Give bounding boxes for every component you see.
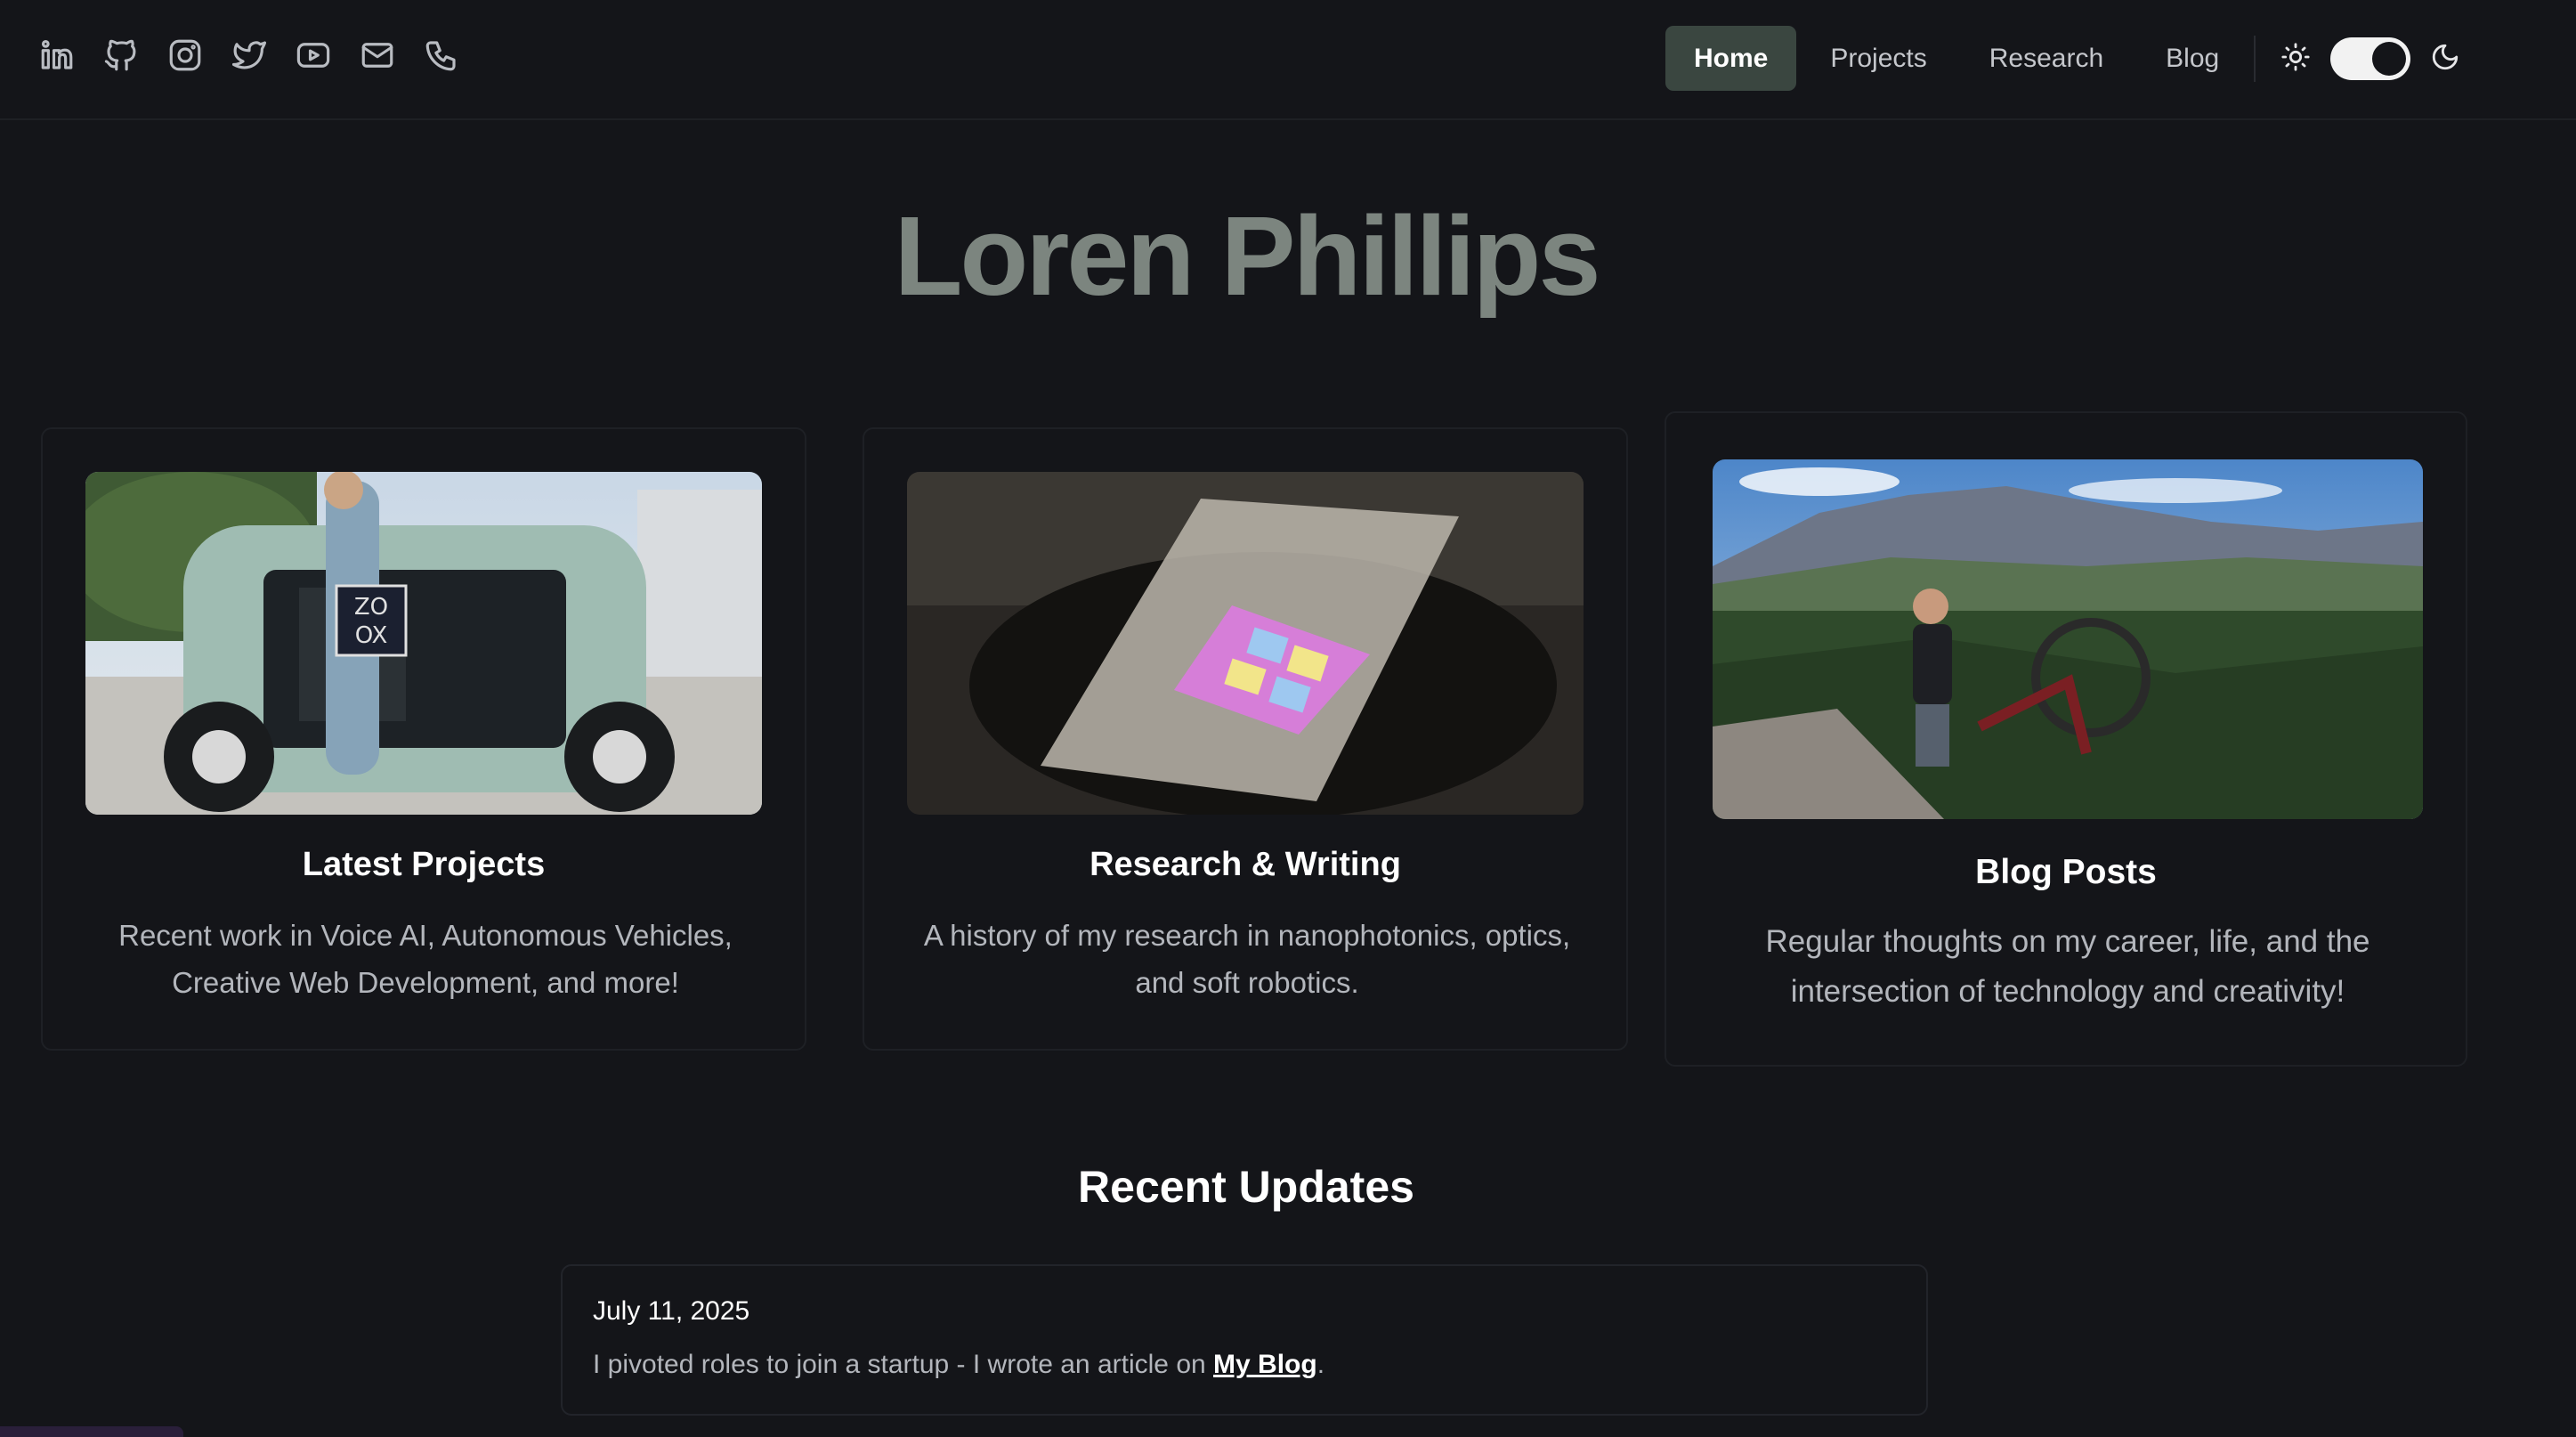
nav-blog[interactable]: Blog [2137, 26, 2248, 91]
update-text-suffix: . [1316, 1350, 1325, 1379]
twitter-icon[interactable] [230, 36, 269, 75]
card-title: Research & Writing [1090, 846, 1401, 883]
corner-bar [0, 1426, 183, 1437]
moon-icon [2430, 42, 2460, 77]
card-description: Recent work in Voice AI, Autonomous Vehi… [118, 919, 733, 999]
phone-icon[interactable] [422, 36, 461, 75]
theme-switcher [2280, 34, 2460, 84]
projects-photo: ZO OX [85, 472, 762, 815]
github-icon[interactable] [101, 36, 141, 75]
my-blog-link[interactable]: My Blog [1213, 1350, 1317, 1379]
nav-divider [2254, 36, 2256, 82]
update-item: July 11, 2025 I pivoted roles to join a … [561, 1264, 1928, 1416]
blog-photo [1713, 459, 2423, 819]
main-nav: Home Projects Research Blog [1665, 26, 2253, 91]
card-description: A history of my research in nanophotonic… [923, 919, 1571, 999]
page-title: Loren Phillips [894, 193, 1600, 319]
card-title: Latest Projects [302, 846, 546, 883]
update-text-body: I pivoted roles to join a startup - I wr… [593, 1350, 1214, 1379]
instagram-icon[interactable] [166, 36, 205, 75]
social-links [37, 36, 461, 75]
recent-updates-heading: Recent Updates [1078, 1162, 1414, 1212]
mail-icon[interactable] [358, 36, 397, 75]
linkedin-icon[interactable] [37, 36, 77, 75]
nav-projects[interactable]: Projects [1802, 26, 1955, 91]
card-blog-posts[interactable]: Blog Posts Regular thoughts on my career… [1665, 411, 2467, 1067]
nav-research[interactable]: Research [1961, 26, 2132, 91]
svg-text:OX: OX [355, 622, 388, 649]
update-date: July 11, 2025 [593, 1296, 750, 1326]
svg-text:ZO: ZO [354, 594, 388, 621]
youtube-icon[interactable] [294, 36, 333, 75]
theme-toggle[interactable] [2330, 37, 2410, 80]
toggle-knob [2372, 42, 2406, 76]
card-title: Blog Posts [1975, 853, 2157, 891]
card-latest-projects[interactable]: ZO OX Latest Projects Recent work in Voi… [41, 427, 806, 1051]
update-text: I pivoted roles to join a startup - I wr… [593, 1350, 1324, 1380]
nav-home[interactable]: Home [1665, 26, 1797, 91]
sun-icon [2280, 42, 2311, 77]
site-header: Home Projects Research Blog [0, 0, 2576, 120]
research-photo [907, 472, 1584, 815]
card-description: Regular thoughts on my career, life, and… [1765, 924, 2370, 1009]
card-research-writing[interactable]: Research & Writing A history of my resea… [863, 427, 1628, 1051]
